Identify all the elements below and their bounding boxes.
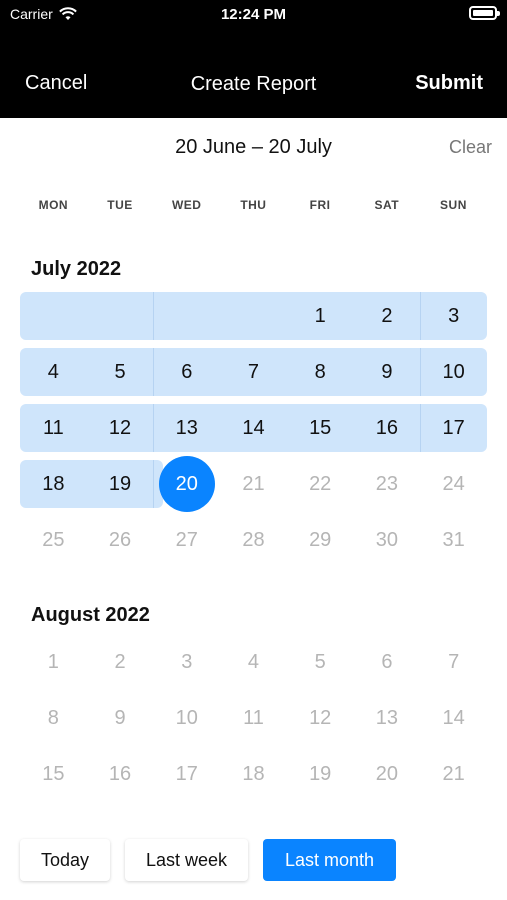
- calendar-day[interactable]: 29: [287, 516, 354, 564]
- calendar-day[interactable]: 5: [287, 638, 354, 686]
- calendar-day[interactable]: 26: [87, 516, 154, 564]
- calendar-week-row: 25 26 27 28 29 30 31: [20, 516, 487, 564]
- calendar-day[interactable]: 4: [20, 348, 87, 396]
- calendar-scroll-area[interactable]: July 2022 1 2 3 4 5 6 7 8 9 10 11 12 13 14 15 16 17 18 19 20…: [0, 226, 507, 820]
- navigation-bar: Cancel Create Report Submit: [0, 62, 507, 106]
- weekday-label: THU: [240, 198, 267, 212]
- weekday-label: MON: [38, 198, 69, 212]
- weekday-label: SUN: [440, 198, 467, 212]
- weekday-header: MON TUE WED THU FRI SAT SUN: [20, 198, 487, 222]
- calendar-week-row: 11 12 13 14 15 16 17: [20, 404, 487, 452]
- calendar-week-row: 4 5 6 7 8 9 10: [20, 348, 487, 396]
- calendar-week-row: 15 16 17 18 19 20 21: [20, 750, 487, 798]
- calendar-day[interactable]: 23: [354, 460, 421, 508]
- calendar-day-selected[interactable]: 20: [153, 456, 220, 512]
- calendar-week-row: 8 9 10 11 12 13 14: [20, 694, 487, 742]
- calendar-day[interactable]: 10: [153, 694, 220, 742]
- last-month-button[interactable]: Last month: [263, 839, 396, 881]
- calendar-day[interactable]: 6: [354, 638, 421, 686]
- calendar-day[interactable]: 18: [20, 460, 87, 508]
- calendar-day[interactable]: 19: [287, 750, 354, 798]
- quick-range-bar: Today Last week Last month: [0, 820, 507, 900]
- selected-range-row: 20 June – 20 July Clear: [0, 118, 507, 176]
- calendar-day[interactable]: 27: [153, 516, 220, 564]
- status-bar: Carrier 12:24 PM: [0, 0, 507, 30]
- calendar-day[interactable]: 14: [420, 694, 487, 742]
- selected-range-text: 20 June – 20 July: [175, 136, 332, 158]
- calendar-day[interactable]: 13: [153, 404, 220, 452]
- calendar-day[interactable]: 13: [354, 694, 421, 742]
- calendar-day[interactable]: 31: [420, 516, 487, 564]
- calendar-day[interactable]: 11: [220, 694, 287, 742]
- weekday-label: WED: [171, 198, 202, 212]
- calendar-day[interactable]: 25: [220, 806, 287, 821]
- calendar-day[interactable]: 21: [420, 750, 487, 798]
- calendar-day: [87, 292, 154, 340]
- calendar-week-row: 1234567: [20, 638, 487, 686]
- calendar-day[interactable]: 15: [287, 404, 354, 452]
- month-title: July 2022: [31, 258, 122, 280]
- calendar-day[interactable]: 10: [420, 348, 487, 396]
- calendar-day[interactable]: 18: [220, 750, 287, 798]
- calendar-day[interactable]: 25: [20, 516, 87, 564]
- calendar-day[interactable]: 14: [220, 404, 287, 452]
- calendar-day[interactable]: 15: [20, 750, 87, 798]
- status-time: 12:24 PM: [220, 6, 287, 23]
- calendar-day[interactable]: 16: [354, 404, 421, 452]
- calendar-day[interactable]: 2: [354, 292, 421, 340]
- calendar-day[interactable]: 28: [420, 806, 487, 821]
- calendar-day[interactable]: 11: [20, 404, 87, 452]
- calendar-week-row: 22232425262728: [20, 806, 487, 821]
- calendar-day[interactable]: 19: [87, 460, 154, 508]
- calendar-day[interactable]: 1: [20, 638, 87, 686]
- calendar-day[interactable]: 30: [354, 516, 421, 564]
- calendar-day[interactable]: 16: [87, 750, 154, 798]
- last-week-button[interactable]: Last week: [125, 839, 248, 881]
- submit-button[interactable]: Submit: [415, 72, 483, 95]
- calendar-week-row: 123: [20, 292, 487, 340]
- calendar-day[interactable]: 27: [354, 806, 421, 821]
- calendar-day[interactable]: 20: [354, 750, 421, 798]
- calendar-day: [220, 292, 287, 340]
- calendar-day[interactable]: 23: [87, 806, 154, 821]
- calendar-day[interactable]: 3: [153, 638, 220, 686]
- calendar-day[interactable]: 12: [87, 404, 154, 452]
- calendar-day[interactable]: 8: [20, 694, 87, 742]
- calendar-day[interactable]: 3: [420, 292, 487, 340]
- weekday-label: TUE: [107, 198, 133, 212]
- battery-icon: [469, 6, 500, 20]
- calendar-day[interactable]: 2: [87, 638, 154, 686]
- calendar-day[interactable]: 9: [87, 694, 154, 742]
- calendar-day[interactable]: 17: [420, 404, 487, 452]
- calendar-day[interactable]: 22: [287, 460, 354, 508]
- calendar-day[interactable]: 12: [287, 694, 354, 742]
- month-title: August 2022: [31, 604, 150, 626]
- calendar-week-row: 18 19 20 21 22 23 24: [20, 456, 487, 512]
- weekday-label: SAT: [374, 198, 400, 212]
- calendar-day[interactable]: 4: [220, 638, 287, 686]
- calendar-day: [20, 292, 87, 340]
- clear-button[interactable]: Clear: [449, 137, 492, 158]
- header: Carrier 12:24 PM Cancel Create Report Su…: [0, 0, 507, 118]
- calendar-day[interactable]: 24: [153, 806, 220, 821]
- calendar-day[interactable]: 5: [87, 348, 154, 396]
- calendar-day[interactable]: 26: [287, 806, 354, 821]
- calendar-day[interactable]: 7: [220, 348, 287, 396]
- calendar-day[interactable]: 22: [20, 806, 87, 821]
- calendar-day[interactable]: 6: [153, 348, 220, 396]
- calendar-day[interactable]: 7: [420, 638, 487, 686]
- weekday-label: FRI: [309, 198, 331, 212]
- calendar-day[interactable]: 9: [354, 348, 421, 396]
- calendar-day[interactable]: 28: [220, 516, 287, 564]
- calendar-day[interactable]: 24: [420, 460, 487, 508]
- calendar-day: [153, 292, 220, 340]
- calendar-day[interactable]: 8: [287, 348, 354, 396]
- calendar-day[interactable]: 17: [153, 750, 220, 798]
- today-button[interactable]: Today: [20, 839, 110, 881]
- selected-day-circle: 20: [158, 456, 215, 512]
- calendar-day[interactable]: 21: [220, 460, 287, 508]
- calendar-day[interactable]: 1: [287, 292, 354, 340]
